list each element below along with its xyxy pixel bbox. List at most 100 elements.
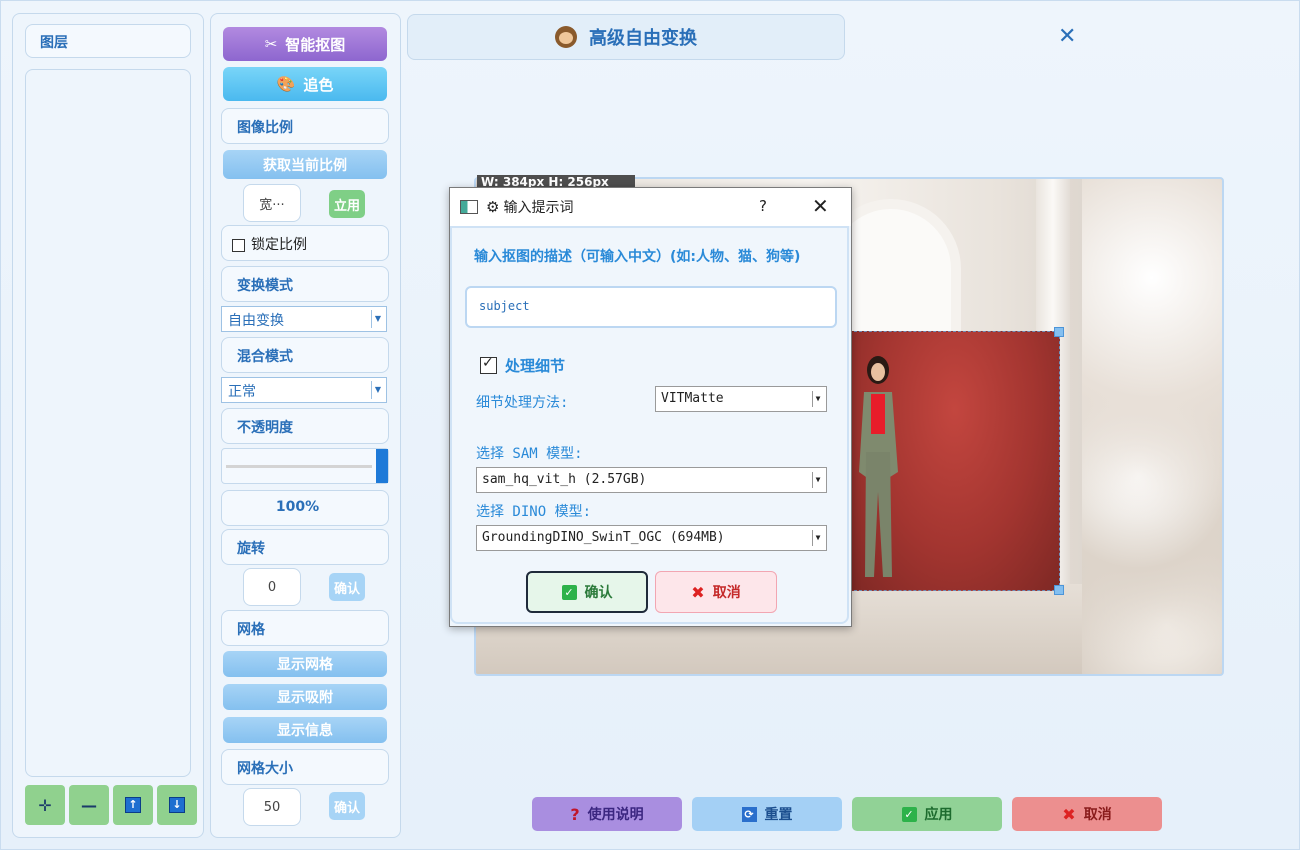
detail-method-label: 细节处理方法: <box>476 395 569 411</box>
palette-icon: 🎨 <box>276 75 296 93</box>
monkey-icon <box>555 26 577 48</box>
chevron-down-icon: ▼ <box>812 391 823 407</box>
opacity-section: 不透明度 <box>221 408 389 444</box>
dialog-cancel-label: 取消 <box>712 585 741 601</box>
help-label: 使用说明 <box>587 807 644 823</box>
dialog-body: 输入抠图的描述（可输入中文）(如:人物、猫、狗等) subject 处理细节 细… <box>450 226 849 624</box>
reset-label: 重置 <box>764 807 793 823</box>
minus-icon: — <box>81 795 97 815</box>
dialog-titlebar: ⚙ 输入提示词 ? ✕ <box>450 188 851 226</box>
grid-size-input[interactable]: 50 <box>243 788 301 826</box>
close-icon[interactable]: ✕ <box>1058 24 1076 49</box>
cancel-label: 取消 <box>1083 807 1112 823</box>
person-figure <box>859 356 898 577</box>
process-detail-checkbox[interactable]: 处理细节 <box>480 355 565 376</box>
background-flowers <box>1082 179 1222 674</box>
prompt-dialog: ⚙ 输入提示词 ? ✕ 输入抠图的描述（可输入中文）(如:人物、猫、狗等) su… <box>449 187 852 627</box>
lock-ratio-checkbox[interactable]: 锁定比例 <box>221 225 389 261</box>
sam-model-select[interactable]: sam_hq_vit_h (2.57GB) ▼ <box>476 467 827 493</box>
grid-size-section: 网格大小 <box>221 749 389 785</box>
width-input[interactable]: 宽··· <box>243 184 301 222</box>
show-grid-button[interactable]: 显示网格 <box>223 651 387 677</box>
smart-cutout-button[interactable]: ✂ 智能抠图 <box>223 27 387 61</box>
cancel-button[interactable]: ✖ 取消 <box>1012 797 1162 831</box>
apply-button[interactable]: ✓ 应用 <box>852 797 1002 831</box>
foreground-image[interactable] <box>849 331 1060 591</box>
layers-panel: 图层 ✛ — ↑ ↓ <box>12 13 204 838</box>
dialog-ok-button[interactable]: ✓ 确认 <box>526 571 648 613</box>
move-layer-up-button[interactable]: ↑ <box>113 785 153 825</box>
sam-model-label: 选择 SAM 模型: <box>476 446 583 462</box>
rotate-confirm-button[interactable]: 确认 <box>329 573 365 601</box>
dino-model-label: 选择 DINO 模型: <box>476 504 592 520</box>
resize-handle-bottom-right[interactable] <box>1054 585 1064 595</box>
dialog-cancel-button[interactable]: ✖ 取消 <box>655 571 777 613</box>
add-layer-button[interactable]: ✛ <box>25 785 65 825</box>
get-current-ratio-button[interactable]: 获取当前比例 <box>223 150 387 179</box>
apply-label: 应用 <box>924 807 953 823</box>
layer-buttons: ✛ — ↑ ↓ <box>25 785 197 825</box>
grid-section: 网格 <box>221 610 389 646</box>
dialog-ok-label: 确认 <box>584 585 613 601</box>
chevron-down-icon: ▼ <box>812 530 823 546</box>
transform-mode-section: 变换模式 <box>221 266 389 302</box>
opacity-slider-handle[interactable] <box>376 449 388 483</box>
move-layer-down-button[interactable]: ↓ <box>157 785 197 825</box>
rotate-input[interactable]: 0 <box>243 568 301 606</box>
arrow-down-icon: ↓ <box>169 797 185 813</box>
page-title-bar: 高级自由变换 <box>407 14 845 60</box>
show-info-button[interactable]: 显示信息 <box>223 717 387 743</box>
reset-button[interactable]: ⟳ 重置 <box>692 797 842 831</box>
rotate-section: 旋转 <box>221 529 389 565</box>
blend-mode-value: 正常 <box>228 384 256 400</box>
dino-model-value: GroundingDINO_SwinT_OGC (694MB) <box>482 530 725 545</box>
tools-panel: ✂ 智能抠图 🎨 追色 图像比例 获取当前比例 宽··· 立用 锁定比例 变换模… <box>210 13 401 838</box>
page-title: 高级自由变换 <box>589 28 697 49</box>
opacity-value: 100% <box>221 490 389 526</box>
layers-title: 图层 <box>25 24 191 58</box>
dino-model-select[interactable]: GroundingDINO_SwinT_OGC (694MB) ▼ <box>476 525 827 551</box>
app-icon <box>460 200 478 214</box>
prompt-label: 输入抠图的描述（可输入中文）(如:人物、猫、狗等) <box>474 249 801 265</box>
dialog-title: 输入提示词 <box>503 200 574 216</box>
grid-size-confirm-button[interactable]: 确认 <box>329 792 365 820</box>
lock-ratio-label: 锁定比例 <box>251 237 307 253</box>
plus-icon: ✛ <box>38 795 52 815</box>
opacity-slider-track <box>226 465 372 468</box>
opacity-slider[interactable] <box>221 448 389 484</box>
help-button[interactable]: ? 使用说明 <box>532 797 682 831</box>
smart-cutout-label: 智能抠图 <box>285 35 346 54</box>
recolor-button[interactable]: 🎨 追色 <box>223 67 387 101</box>
scissors-icon: ✂ <box>264 35 278 53</box>
recolor-label: 追色 <box>303 75 334 94</box>
close-icon: ✖ <box>691 582 705 602</box>
arrow-up-icon: ↑ <box>125 797 141 813</box>
lock-ratio-box[interactable] <box>232 238 245 252</box>
dialog-close-icon[interactable]: ✕ <box>812 194 829 218</box>
check-icon: ✓ <box>901 806 917 822</box>
gear-icon: ⚙ <box>486 198 500 216</box>
prompt-input[interactable]: subject <box>465 286 837 328</box>
check-icon: ✓ <box>561 584 577 600</box>
detail-method-value: VITMatte <box>661 391 724 406</box>
layers-list[interactable] <box>25 69 191 777</box>
resize-handle-top-right[interactable] <box>1054 327 1064 337</box>
check-icon[interactable] <box>480 355 497 374</box>
chevron-down-icon: ▼ <box>812 472 823 488</box>
blend-mode-select[interactable]: 正常 ▼ <box>221 377 387 403</box>
remove-layer-button[interactable]: — <box>69 785 109 825</box>
refresh-icon: ⟳ <box>741 806 757 822</box>
transform-mode-select[interactable]: 自由变换 ▼ <box>221 306 387 332</box>
detail-method-select[interactable]: VITMatte ▼ <box>655 386 827 412</box>
apply-ratio-button[interactable]: 立用 <box>329 190 365 218</box>
show-snap-button[interactable]: 显示吸附 <box>223 684 387 710</box>
chevron-down-icon: ▼ <box>371 310 384 328</box>
transform-mode-value: 自由变换 <box>228 313 284 329</box>
blend-mode-section: 混合模式 <box>221 337 389 373</box>
question-icon: ? <box>570 804 580 824</box>
close-icon: ✖ <box>1062 804 1076 824</box>
help-button[interactable]: ? <box>759 197 767 215</box>
process-detail-label: 处理细节 <box>505 357 566 375</box>
aspect-ratio-section: 图像比例 <box>221 108 389 144</box>
sam-model-value: sam_hq_vit_h (2.57GB) <box>482 472 647 487</box>
